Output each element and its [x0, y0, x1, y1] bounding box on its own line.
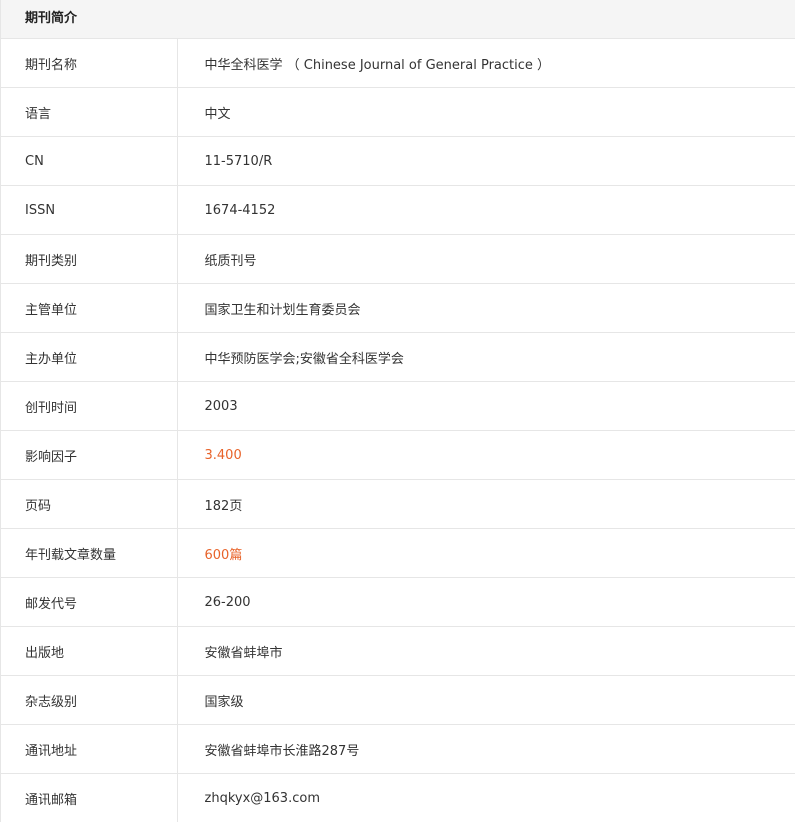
- row-value: 11-5710/R: [177, 137, 795, 186]
- row-label: 页码: [1, 480, 177, 529]
- row-value: 纸质刊号: [177, 235, 795, 284]
- table-row-supervisor: 主管单位 国家卫生和计划生育委员会: [1, 284, 795, 333]
- row-label: 年刊载文章数量: [1, 529, 177, 578]
- table-row-pages: 页码 182页: [1, 480, 795, 529]
- row-value: 182页: [177, 480, 795, 529]
- row-value: 安徽省蚌埠市长淮路287号: [177, 725, 795, 774]
- journal-info-table: 期刊名称 中华全科医学 （ Chinese Journal of General…: [1, 39, 795, 822]
- table-row-address: 通讯地址 安徽省蚌埠市长淮路287号: [1, 725, 795, 774]
- row-label: 创刊时间: [1, 382, 177, 431]
- row-label: 杂志级别: [1, 676, 177, 725]
- impact-factor-value: 3.400: [177, 431, 795, 480]
- row-value: 中华预防医学会;安徽省全科医学会: [177, 333, 795, 382]
- table-row-category: 期刊类别 纸质刊号: [1, 235, 795, 284]
- table-row-journal-level: 杂志级别 国家级: [1, 676, 795, 725]
- row-label: 主办单位: [1, 333, 177, 382]
- row-label: CN: [1, 137, 177, 186]
- annual-articles-value: 600篇: [177, 529, 795, 578]
- panel-title: 期刊简介: [1, 0, 795, 39]
- row-label: 主管单位: [1, 284, 177, 333]
- table-row-impact-factor: 影响因子 3.400: [1, 431, 795, 480]
- row-label: 出版地: [1, 627, 177, 676]
- table-row-journal-name: 期刊名称 中华全科医学 （ Chinese Journal of General…: [1, 39, 795, 88]
- table-row-postal-code: 邮发代号 26-200: [1, 578, 795, 627]
- table-row-publication-place: 出版地 安徽省蚌埠市: [1, 627, 795, 676]
- row-label: 影响因子: [1, 431, 177, 480]
- row-value: 安徽省蚌埠市: [177, 627, 795, 676]
- row-value: 中华全科医学 （ Chinese Journal of General Prac…: [177, 39, 795, 88]
- row-value: 26-200: [177, 578, 795, 627]
- table-row-sponsor: 主办单位 中华预防医学会;安徽省全科医学会: [1, 333, 795, 382]
- row-label: 语言: [1, 88, 177, 137]
- row-label: 邮发代号: [1, 578, 177, 627]
- table-row-language: 语言 中文: [1, 88, 795, 137]
- table-row-founded: 创刊时间 2003: [1, 382, 795, 431]
- row-label: 期刊名称: [1, 39, 177, 88]
- row-label: ISSN: [1, 186, 177, 235]
- row-value: 1674-4152: [177, 186, 795, 235]
- journal-info-panel: 期刊简介 期刊名称 中华全科医学 （ Chinese Journal of Ge…: [0, 0, 795, 822]
- table-row-annual-articles: 年刊载文章数量 600篇: [1, 529, 795, 578]
- row-label: 期刊类别: [1, 235, 177, 284]
- table-row-issn: ISSN 1674-4152: [1, 186, 795, 235]
- row-value: 中文: [177, 88, 795, 137]
- row-value: 2003: [177, 382, 795, 431]
- row-value: 国家级: [177, 676, 795, 725]
- row-label: 通讯地址: [1, 725, 177, 774]
- table-row-cn: CN 11-5710/R: [1, 137, 795, 186]
- row-value: 国家卫生和计划生育委员会: [177, 284, 795, 333]
